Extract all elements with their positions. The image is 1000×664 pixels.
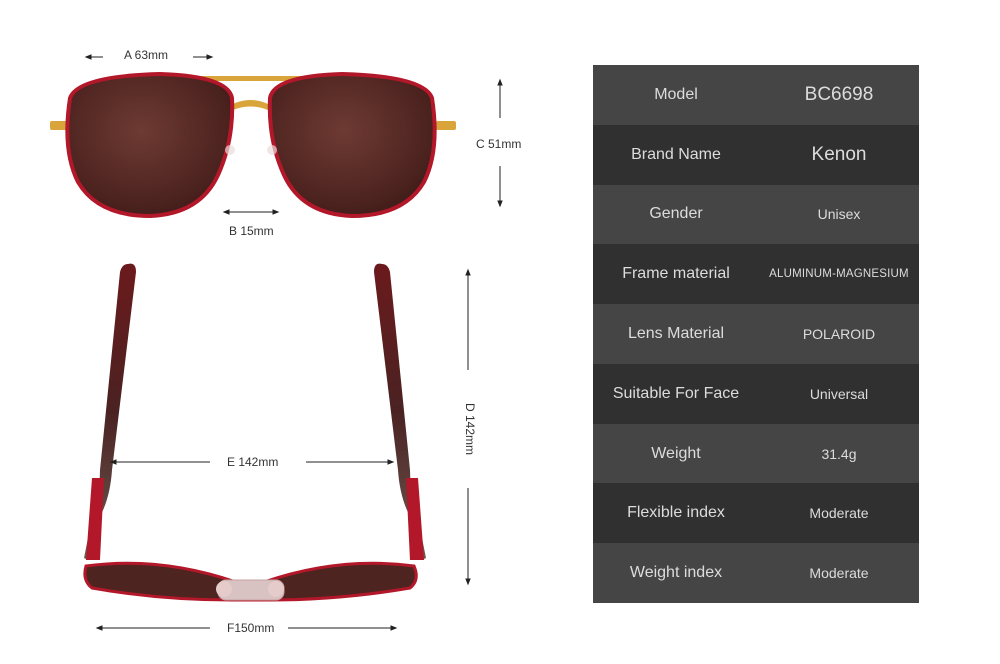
spec-key: Lens Material: [627, 324, 725, 342]
spec-row-frame-material: Frame material ALUMINUM-MAGNESIUM: [593, 244, 919, 305]
nose-bridge: [233, 100, 268, 110]
spec-value: ALUMINUM-MAGNESIUM: [769, 268, 909, 281]
spec-table: Model BC6698 Brand Name Kenon Gender Uni…: [593, 65, 919, 603]
sunglasses-front-view: [50, 54, 503, 631]
top-view-right-pad: [268, 581, 284, 597]
spec-row-flexible-index: Flexible index Moderate: [593, 483, 919, 544]
dimension-d-label: D 142mm: [463, 402, 477, 455]
spec-key: Weight: [651, 444, 701, 462]
spec-value: 31.4g: [821, 445, 857, 462]
spec-value: POLAROID: [802, 325, 876, 342]
spec-row-weight-index: Weight index Moderate: [593, 543, 919, 603]
dimension-f-label: F150mm: [227, 621, 275, 635]
spec-value: Universal: [809, 385, 869, 402]
dimension-b-label: B 15mm: [229, 224, 274, 238]
right-lens: [267, 71, 437, 219]
spec-row-brand-name: Brand Name Kenon: [593, 124, 919, 185]
top-view-left-pad: [216, 581, 232, 597]
spec-key: Flexible index: [627, 504, 725, 522]
spec-row-suitable-for-face: Suitable For Face Universal: [593, 363, 919, 424]
spec-key: Model: [654, 85, 698, 103]
dimension-e-label: E 142mm: [227, 455, 279, 469]
spec-key: Weight index: [629, 564, 723, 582]
dimension-b-arrow: [222, 209, 280, 215]
dimension-a-label: A 63mm: [124, 48, 169, 62]
spec-row-model: Model BC6698: [593, 65, 919, 125]
left-nose-pad: [225, 145, 235, 155]
right-temple-tip: [436, 121, 456, 130]
left-lens: [65, 71, 235, 219]
spec-row-weight: Weight 31.4g: [593, 423, 919, 484]
spec-value: Moderate: [809, 505, 869, 522]
left-hinge: [86, 478, 104, 560]
spec-value: Unisex: [817, 206, 861, 223]
dimension-c-label: C 51mm: [476, 137, 522, 151]
spec-key: Brand Name: [631, 145, 721, 163]
spec-value: Kenon: [811, 143, 867, 165]
spec-key: Gender: [649, 205, 703, 223]
right-nose-pad: [267, 145, 277, 155]
spec-value: BC6698: [804, 83, 874, 105]
spec-key: Frame material: [622, 265, 730, 283]
right-hinge: [406, 478, 424, 560]
spec-row-lens-material: Lens Material POLAROID: [593, 304, 919, 364]
spec-row-gender: Gender Unisex: [593, 184, 919, 245]
spec-value: Moderate: [809, 565, 869, 582]
spec-key: Suitable For Face: [612, 384, 740, 402]
